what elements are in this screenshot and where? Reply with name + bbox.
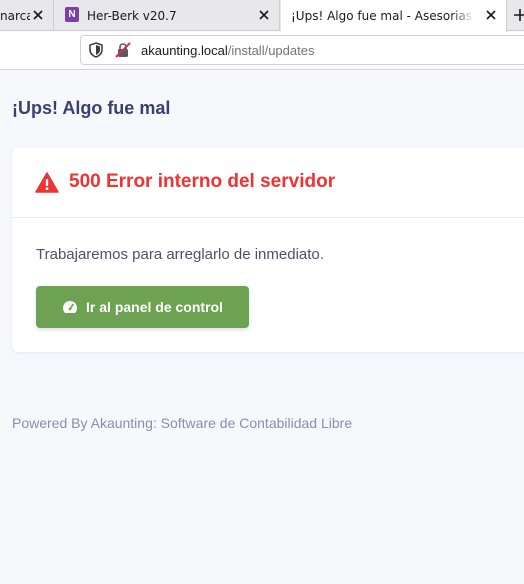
onenote-icon: N	[65, 7, 79, 22]
url-text[interactable]: akaunting.local/install/updates	[141, 43, 314, 58]
page-title: ¡Ups! Algo fue mal	[12, 98, 171, 118]
shield-icon[interactable]	[89, 42, 103, 62]
browser-tab-bar: narca N Her-Berk v20.7 ¡Ups! Algo fue ma…	[0, 0, 524, 32]
card-header: 500 Error interno del servidor	[12, 148, 524, 218]
browser-navigation-bar: akaunting.local/install/updates	[0, 32, 524, 70]
warning-icon	[35, 172, 59, 197]
url-host: akaunting.local	[141, 43, 228, 58]
dashboard-button[interactable]: Ir al panel de control	[36, 286, 249, 328]
error-title: 500 Error interno del servidor	[69, 171, 336, 192]
tachometer-icon	[62, 300, 78, 314]
dashboard-button-label: Ir al panel de control	[86, 299, 223, 315]
footer-text[interactable]: Powered By Akaunting: Software de Contab…	[12, 415, 352, 431]
close-icon[interactable]	[255, 6, 273, 24]
close-icon[interactable]	[29, 6, 47, 24]
error-card: 500 Error interno del servidor Trabajare…	[12, 148, 524, 352]
url-path: /install/updates	[227, 43, 315, 58]
browser-tab[interactable]: narca	[0, 0, 54, 31]
tab-label: ¡Ups! Algo fue mal - Asesorias ASA	[291, 9, 475, 23]
insecure-lock-icon[interactable]	[115, 42, 131, 62]
tab-label: narca	[0, 8, 30, 23]
address-bar[interactable]: akaunting.local/install/updates	[80, 35, 524, 65]
close-icon[interactable]	[482, 6, 500, 24]
error-message: Trabajaremos para arreglarlo de inmediat…	[36, 246, 324, 263]
new-tab-icon[interactable]	[510, 4, 524, 26]
browser-tab[interactable]: N Her-Berk v20.7	[55, 0, 280, 31]
tab-label: Her-Berk v20.7	[87, 8, 177, 23]
browser-tab-active[interactable]: ¡Ups! Algo fue mal - Asesorias ASA	[281, 0, 507, 32]
